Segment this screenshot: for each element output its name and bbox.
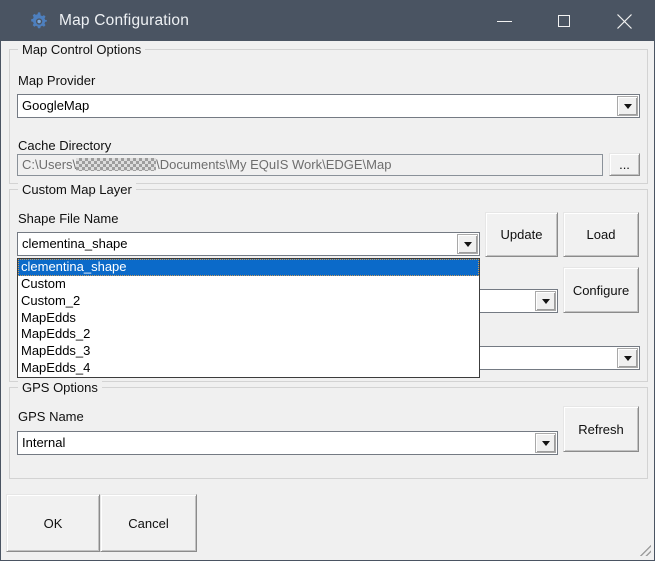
configure-button[interactable]: Configure (563, 267, 639, 313)
chevron-down-icon (623, 355, 632, 361)
shape-file-value: clementina_shape (22, 236, 128, 251)
tertiary-dropdown-button[interactable] (617, 348, 638, 368)
load-button[interactable]: Load (563, 212, 639, 257)
group-title-custom-map-layer: Custom Map Layer (18, 182, 136, 197)
title-bar: Map Configuration (1, 1, 654, 41)
chevron-down-icon (463, 241, 472, 247)
maximize-icon (558, 15, 570, 27)
map-provider-value: GoogleMap (22, 98, 90, 113)
maximize-button[interactable] (534, 1, 594, 41)
dropdown-option-custom[interactable]: Custom (18, 276, 479, 293)
map-provider-select[interactable]: GoogleMap (17, 94, 640, 118)
group-title-gps-options: GPS Options (18, 380, 102, 395)
refresh-button-label: Refresh (578, 421, 624, 437)
dropdown-option-clementina-shape[interactable]: clementina_shape (18, 259, 479, 276)
minimize-button[interactable] (474, 1, 534, 41)
redacted-username-block (76, 158, 157, 171)
minimize-icon (496, 20, 512, 22)
resize-grip[interactable] (637, 542, 651, 556)
gps-options-group: GPS Options GPS Name Internal Refresh (9, 380, 648, 479)
refresh-button[interactable]: Refresh (563, 406, 639, 452)
gps-name-label: GPS Name (18, 409, 84, 424)
dropdown-option-mapedds[interactable]: MapEdds (18, 310, 479, 327)
close-button[interactable] (594, 1, 654, 41)
browse-button-label: ... (619, 157, 630, 172)
update-button-label: Update (500, 227, 543, 242)
caption-buttons (474, 1, 654, 41)
configure-button-label: Configure (572, 282, 630, 298)
cache-path-prefix: C:\Users\ (22, 157, 77, 172)
dropdown-option-mapedds-2[interactable]: MapEdds_2 (18, 326, 479, 343)
custom-map-layer-group: Custom Map Layer Shape File Name clement… (9, 182, 648, 382)
map-configuration-window: Map Configuration Map Control Options Ma… (0, 0, 655, 561)
gps-name-select[interactable]: Internal (17, 431, 558, 455)
cancel-button[interactable]: Cancel (100, 494, 197, 552)
group-title-map-control-options: Map Control Options (18, 42, 146, 57)
ok-button-label: OK (43, 515, 63, 531)
dropdown-option-mapedds-4[interactable]: MapEdds_4 (18, 360, 479, 377)
secondary-dropdown-button[interactable] (535, 291, 556, 311)
update-button[interactable]: Update (485, 212, 558, 257)
shape-file-dropdown-list: clementina_shape Custom Custom_2 MapEdds… (17, 258, 480, 378)
browse-button[interactable]: ... (609, 153, 640, 176)
cancel-button-label: Cancel (128, 515, 169, 531)
map-provider-dropdown-button[interactable] (617, 96, 638, 116)
chevron-down-icon (541, 440, 550, 446)
dropdown-option-custom-2[interactable]: Custom_2 (18, 293, 479, 310)
window-title: Map Configuration (59, 12, 190, 29)
gps-name-dropdown-button[interactable] (535, 433, 556, 453)
chevron-down-icon (541, 298, 550, 304)
cache-path-suffix: \Documents\My EQuIS Work\EDGE\Map (156, 157, 392, 172)
ok-button[interactable]: OK (6, 494, 100, 552)
cache-directory-field: C:\Users\ \Documents\My EQuIS Work\EDGE\M… (17, 154, 603, 176)
shape-file-dropdown-button[interactable] (457, 234, 478, 254)
shape-file-name-label: Shape File Name (18, 211, 119, 226)
cache-directory-label: Cache Directory (18, 138, 112, 153)
gear-icon (31, 11, 48, 28)
chevron-down-icon (623, 103, 632, 109)
map-control-options-group: Map Control Options Map Provider GoogleM… (9, 42, 648, 184)
shape-file-select[interactable]: clementina_shape (17, 232, 480, 256)
dropdown-option-mapedds-3[interactable]: MapEdds_3 (18, 343, 479, 360)
gps-name-value: Internal (22, 435, 66, 450)
load-button-label: Load (586, 227, 616, 242)
map-provider-label: Map Provider (18, 73, 96, 88)
close-icon (616, 13, 632, 29)
